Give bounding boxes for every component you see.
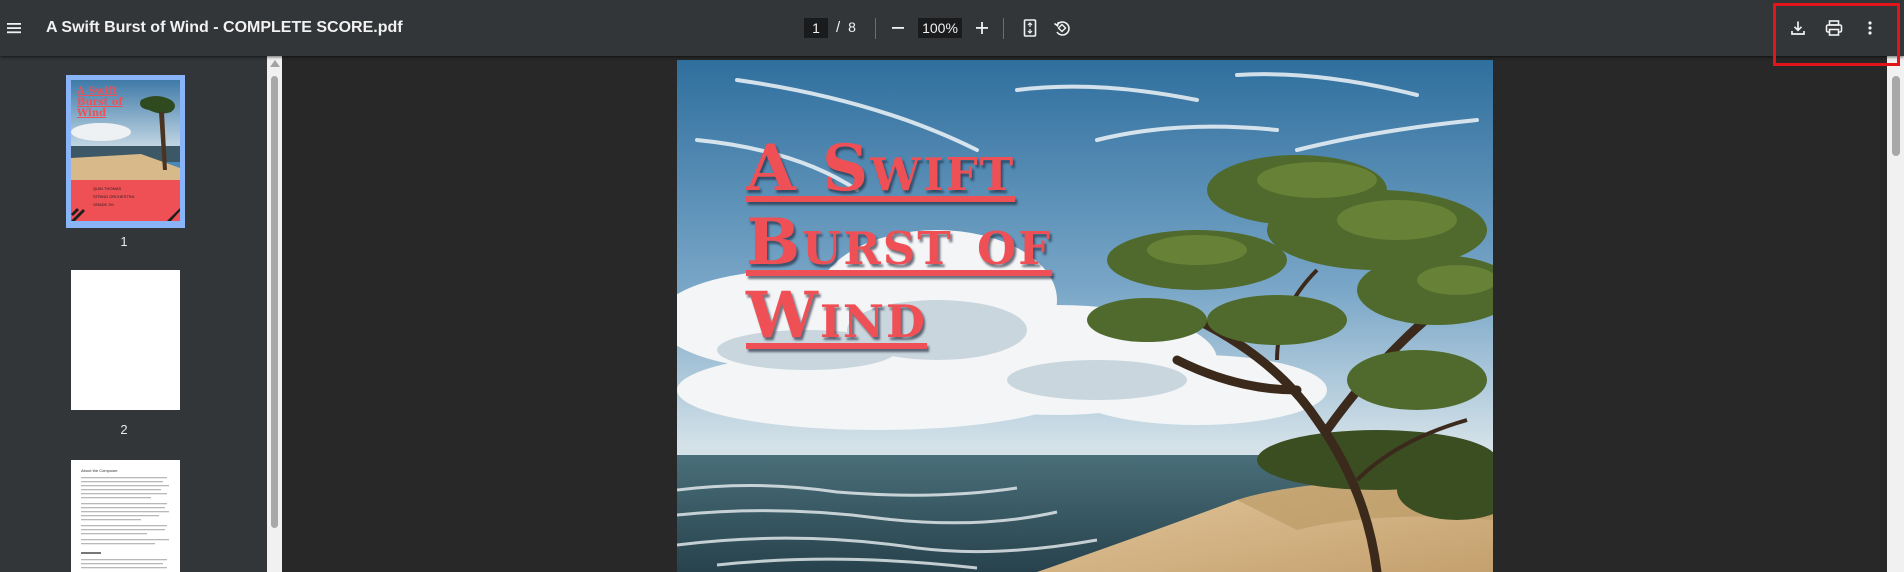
thumbnail-page-3[interactable]: About the Composer [71, 460, 180, 572]
thumbnail-title-line: Burst of [77, 97, 123, 108]
plus-icon [976, 22, 988, 34]
toolbar-divider [875, 18, 876, 39]
cover-title-line: Wind [746, 278, 928, 354]
page-separator: / [836, 19, 841, 36]
thumbnail-page-1[interactable]: A Swift Burst of Wind QUIN THOMAS STRING… [71, 80, 180, 221]
download-button[interactable] [1784, 14, 1812, 42]
thumbnail-credit-line: STRING ORCHESTRA [93, 194, 135, 199]
cover-title-line: A Swift [746, 131, 1016, 206]
rotate-icon [1054, 21, 1070, 36]
thumbnail-label: 1 [120, 234, 128, 249]
thumbnail-credits: QUIN THOMAS STRING ORCHESTRA GRADE 3½ [93, 185, 134, 209]
minus-icon [892, 27, 904, 29]
zoom-out-button[interactable] [884, 14, 912, 42]
menu-button[interactable] [0, 8, 28, 48]
sidebar-scrollbar[interactable] [267, 56, 282, 572]
download-icon [1791, 21, 1805, 35]
thumbnail-credit-line: GRADE 3½ [93, 202, 114, 207]
cover-title: A Swift Burst of Wind [746, 132, 1052, 353]
thumbnail-title-line: A Swift [77, 86, 117, 97]
zoom-input[interactable]: 100% [918, 18, 962, 38]
menu-icon [7, 23, 21, 34]
fit-to-page-button[interactable] [1016, 14, 1044, 42]
text-lines-art [81, 477, 169, 569]
thumbnail-label: 2 [120, 422, 128, 437]
thumbnail-heading: About the Composer [81, 468, 118, 473]
document-title: A Swift Burst of Wind - COMPLETE SCORE.p… [46, 19, 403, 36]
thumbnail-page-2[interactable] [71, 270, 180, 410]
print-icon [1825, 20, 1843, 36]
scroll-up-arrow-icon[interactable] [270, 60, 280, 67]
pdf-viewer [282, 56, 1887, 572]
print-button[interactable] [1820, 14, 1848, 42]
thumbnail-cover-title: A Swift Burst of Wind [77, 86, 123, 119]
toolbar-divider [1003, 18, 1004, 39]
zoom-in-button[interactable] [968, 14, 996, 42]
thumbnail-title-line: Wind [77, 108, 107, 119]
page-total: 8 [848, 19, 856, 35]
rotate-button[interactable] [1048, 14, 1076, 42]
main-scrollbar[interactable] [1887, 56, 1904, 572]
page-number-input[interactable]: 1 [804, 18, 828, 38]
sidebar-scroll-thumb[interactable] [271, 76, 278, 528]
pdf-toolbar: A Swift Burst of Wind - COMPLETE SCORE.p… [0, 0, 1904, 56]
thumbnail-credit-line: QUIN THOMAS [93, 186, 122, 191]
more-vert-icon [1868, 21, 1872, 35]
main-scroll-thumb[interactable] [1892, 76, 1900, 156]
fit-page-icon [1023, 19, 1037, 37]
cover-title-line: Burst of [746, 204, 1053, 280]
more-actions-button[interactable] [1856, 14, 1884, 42]
